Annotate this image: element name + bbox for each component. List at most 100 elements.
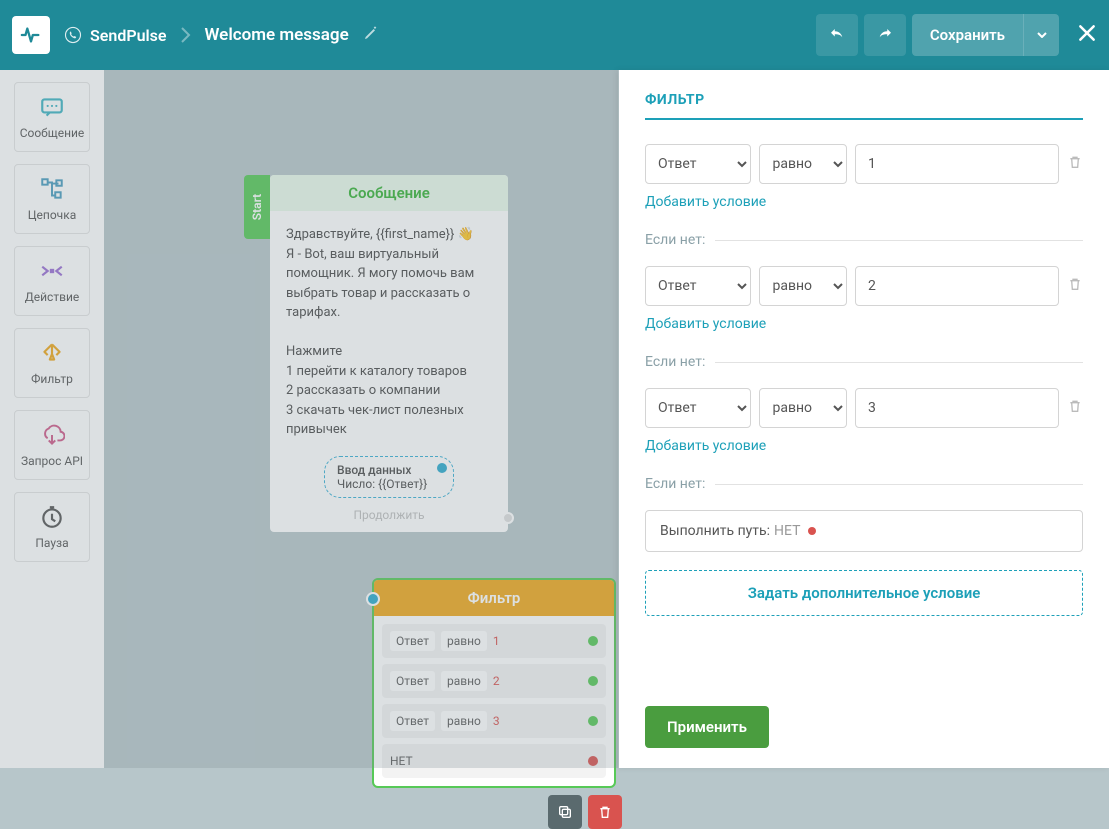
- filter-row-no[interactable]: НЕТ: [382, 744, 606, 778]
- tool-label: Сообщение: [20, 126, 85, 140]
- brand-name: SendPulse: [90, 26, 167, 45]
- undo-icon: [828, 26, 846, 44]
- copy-node-button[interactable]: [548, 795, 582, 829]
- undo-button[interactable]: [816, 14, 858, 56]
- filter-row[interactable]: Ответ равно 1: [382, 624, 606, 658]
- execute-path-label: Выполнить путь:: [660, 523, 770, 539]
- value-input[interactable]: [855, 144, 1059, 184]
- else-divider: Если нет:: [645, 232, 1083, 248]
- output-port-icon[interactable]: [588, 676, 598, 686]
- close-button[interactable]: [1077, 23, 1097, 47]
- chevron-down-icon: [1037, 32, 1047, 38]
- output-port-icon[interactable]: [588, 716, 598, 726]
- filter-node[interactable]: Фильтр Ответ равно 1 Ответ равно 2 Ответ…: [372, 578, 616, 788]
- copy-icon: [557, 804, 573, 820]
- message-node-body: Здравствуйте, {{first_name}} 👋 Я - Bot, …: [270, 211, 508, 448]
- filter-field: Ответ: [390, 711, 435, 731]
- field-select[interactable]: Ответ: [645, 266, 751, 306]
- tool-chain[interactable]: Цепочка: [14, 164, 90, 234]
- filter-field: Ответ: [390, 631, 435, 651]
- redo-button[interactable]: [864, 14, 906, 56]
- add-condition-link[interactable]: Добавить условие: [645, 194, 1083, 210]
- tool-sidebar: Сообщение Цепочка Действие Фильтр Запрос…: [0, 70, 104, 768]
- filter-row[interactable]: Ответ равно 3: [382, 704, 606, 738]
- filter-no-label: НЕТ: [390, 754, 413, 768]
- filter-node-title: Фильтр: [374, 580, 614, 616]
- message-icon: [39, 94, 65, 120]
- delete-condition-button[interactable]: [1067, 398, 1083, 418]
- add-extra-condition-button[interactable]: Задать дополнительное условие: [645, 570, 1083, 616]
- add-condition-link[interactable]: Добавить условие: [645, 316, 1083, 332]
- tool-label: Пауза: [35, 536, 68, 550]
- tool-action[interactable]: Действие: [14, 246, 90, 316]
- filter-op: равно: [441, 631, 487, 651]
- condition-row: Ответ равно: [645, 388, 1083, 428]
- trash-icon: [1067, 276, 1083, 292]
- message-node[interactable]: Сообщение Здравствуйте, {{first_name}} 👋…: [270, 175, 508, 532]
- filter-val: 3: [493, 714, 500, 728]
- execute-path-box[interactable]: Выполнить путь: НЕТ: [645, 510, 1083, 552]
- output-port-icon[interactable]: [502, 512, 514, 524]
- pulse-icon: [20, 24, 42, 46]
- input-data-chip[interactable]: Ввод данных Число: {{Ответ}}: [324, 456, 454, 498]
- chain-icon: [39, 176, 65, 202]
- output-port-icon[interactable]: [588, 756, 598, 766]
- output-port-icon[interactable]: [437, 463, 447, 473]
- api-icon: [39, 422, 65, 448]
- save-group: Сохранить: [912, 14, 1059, 56]
- tool-label: Запрос API: [21, 454, 83, 468]
- filter-node-body: Ответ равно 1 Ответ равно 2 Ответ равно …: [374, 616, 614, 786]
- message-line: Я - Bot, ваш виртуальный помощник. Я мог…: [286, 245, 492, 323]
- tool-filter[interactable]: Фильтр: [14, 328, 90, 398]
- output-port-icon[interactable]: [588, 636, 598, 646]
- action-icon: [39, 258, 65, 284]
- filter-panel: ФИЛЬТР Ответ равно Добавить условие Если…: [619, 70, 1109, 768]
- tool-message[interactable]: Сообщение: [14, 82, 90, 152]
- save-dropdown-button[interactable]: [1023, 14, 1059, 56]
- status-dot-icon: [808, 527, 816, 535]
- node-action-bar: [548, 795, 622, 829]
- tool-label: Фильтр: [31, 372, 73, 386]
- apply-button[interactable]: Применить: [645, 706, 769, 748]
- input-chip-title: Ввод данных: [337, 463, 441, 477]
- else-divider: Если нет:: [645, 476, 1083, 492]
- close-icon: [1077, 23, 1097, 43]
- continue-label[interactable]: Продолжить: [270, 504, 508, 532]
- delete-node-button[interactable]: [588, 795, 622, 829]
- flow-title: Welcome message: [205, 25, 349, 45]
- operator-select[interactable]: равно: [759, 266, 847, 306]
- filter-icon: [39, 340, 65, 366]
- message-line: Здравствуйте, {{first_name}} 👋: [286, 225, 492, 245]
- add-condition-link[interactable]: Добавить условие: [645, 438, 1083, 454]
- tool-api[interactable]: Запрос API: [14, 410, 90, 480]
- field-select[interactable]: Ответ: [645, 144, 751, 184]
- value-input[interactable]: [855, 388, 1059, 428]
- input-port-icon[interactable]: [366, 592, 380, 606]
- filter-row[interactable]: Ответ равно 2: [382, 664, 606, 698]
- tool-label: Цепочка: [28, 208, 76, 222]
- edit-title-button[interactable]: [363, 25, 379, 45]
- whatsapp-icon: [64, 26, 82, 44]
- operator-select[interactable]: равно: [759, 144, 847, 184]
- pause-icon: [39, 504, 65, 530]
- tool-label: Действие: [25, 290, 80, 304]
- filter-val: 1: [493, 634, 500, 648]
- message-line: 2 рассказать о компании: [286, 381, 492, 401]
- delete-condition-button[interactable]: [1067, 154, 1083, 174]
- field-select[interactable]: Ответ: [645, 388, 751, 428]
- redo-icon: [876, 26, 894, 44]
- tool-pause[interactable]: Пауза: [14, 492, 90, 562]
- message-line: 1 перейти к каталогу товаров: [286, 362, 492, 382]
- trash-icon: [1067, 398, 1083, 414]
- filter-op: равно: [441, 671, 487, 691]
- message-node-title: Сообщение: [270, 175, 508, 211]
- condition-row: Ответ равно: [645, 144, 1083, 184]
- operator-select[interactable]: равно: [759, 388, 847, 428]
- save-button[interactable]: Сохранить: [912, 14, 1023, 56]
- else-divider: Если нет:: [645, 354, 1083, 370]
- filter-field: Ответ: [390, 671, 435, 691]
- delete-condition-button[interactable]: [1067, 276, 1083, 296]
- message-line: Нажмите: [286, 342, 492, 362]
- value-input[interactable]: [855, 266, 1059, 306]
- trash-icon: [1067, 154, 1083, 170]
